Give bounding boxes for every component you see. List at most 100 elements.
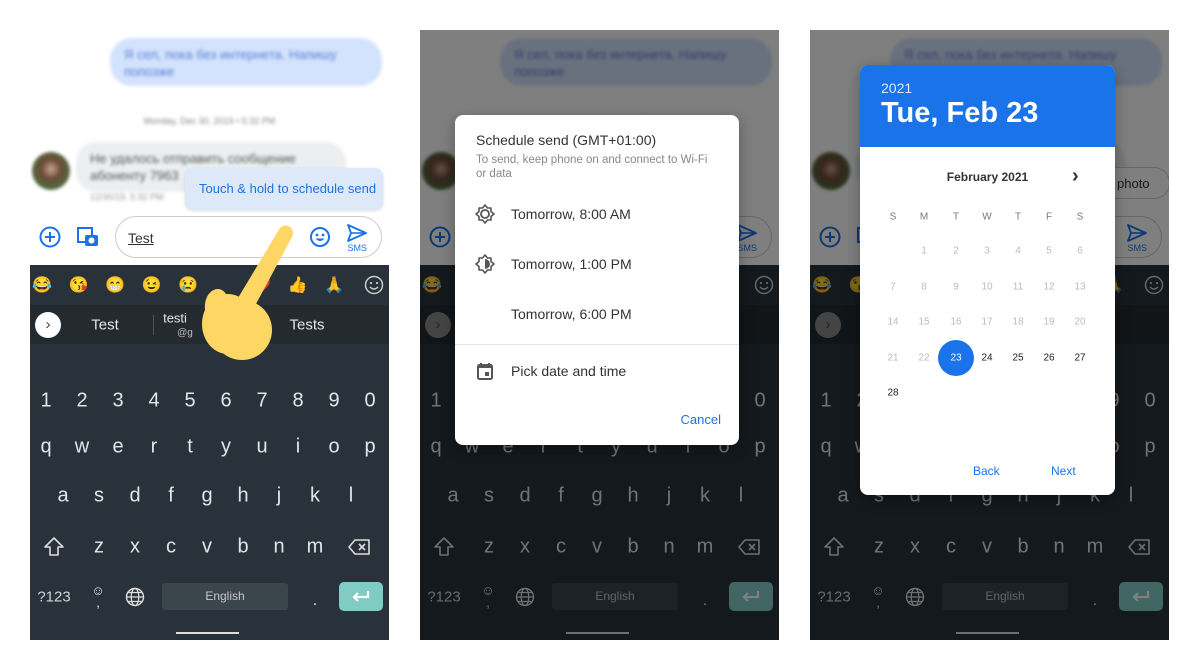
- symbols-key[interactable]: ?123: [37, 589, 70, 606]
- schedule-option[interactable]: Tomorrow, 6:00 PM: [475, 304, 632, 324]
- key-p[interactable]: p: [364, 436, 375, 459]
- period-key[interactable]: .: [313, 592, 317, 610]
- weekday-label: S: [889, 211, 897, 223]
- key-a[interactable]: a: [57, 485, 68, 508]
- calendar-day: 3: [984, 245, 990, 257]
- schedule-tooltip: Touch & hold to schedule send: [185, 168, 383, 210]
- key-t[interactable]: t: [187, 436, 193, 459]
- expand-suggestions-button[interactable]: ›: [35, 312, 61, 338]
- key-n[interactable]: n: [273, 536, 284, 559]
- key-s[interactable]: s: [94, 485, 104, 508]
- dialog-divider: [455, 344, 739, 345]
- weekday-label: F: [1045, 211, 1053, 223]
- key-y[interactable]: y: [221, 436, 231, 459]
- send-sms-label[interactable]: SMS: [347, 243, 367, 253]
- key-u[interactable]: u: [256, 436, 267, 459]
- key-r[interactable]: r: [151, 436, 158, 459]
- emoji-key[interactable]: 😉: [142, 275, 162, 295]
- calendar-day[interactable]: 28: [887, 388, 898, 399]
- schedule-option[interactable]: Tomorrow, 1:00 PM: [475, 254, 632, 274]
- key-0[interactable]: 0: [364, 390, 375, 413]
- next-month-button[interactable]: ›: [1072, 165, 1079, 188]
- key-5[interactable]: 5: [184, 390, 195, 413]
- key-e[interactable]: e: [112, 436, 123, 459]
- key-j[interactable]: j: [277, 485, 281, 508]
- key-b[interactable]: b: [237, 536, 248, 559]
- key-7[interactable]: 7: [256, 390, 267, 413]
- key-4[interactable]: 4: [148, 390, 159, 413]
- back-button[interactable]: Back: [973, 464, 1000, 478]
- shift-icon[interactable]: [43, 536, 65, 563]
- key-m[interactable]: m: [307, 536, 324, 559]
- emoji-key[interactable]: 😁: [105, 275, 125, 295]
- key-g[interactable]: g: [201, 485, 212, 508]
- space-bar[interactable]: English: [162, 583, 288, 610]
- calendar-day: 13: [1074, 281, 1086, 292]
- key-l[interactable]: l: [349, 485, 353, 508]
- calendar-day: 15: [918, 316, 930, 328]
- key-d[interactable]: d: [129, 485, 140, 508]
- selected-year[interactable]: 2021: [881, 80, 912, 96]
- key-x[interactable]: x: [130, 536, 140, 559]
- emoji-key[interactable]: 😂: [32, 275, 52, 295]
- globe-icon[interactable]: [125, 587, 145, 612]
- calendar-day: 12: [1043, 281, 1055, 292]
- suggestion-divider: [153, 315, 154, 335]
- calendar-day: 14: [887, 316, 899, 328]
- emoji-comma-key[interactable]: ☺ ,: [91, 584, 104, 609]
- next-button[interactable]: Next: [1051, 464, 1076, 478]
- cancel-button[interactable]: Cancel: [681, 412, 721, 427]
- calendar-day: 17: [981, 316, 993, 328]
- backspace-icon[interactable]: [348, 538, 370, 561]
- key-v[interactable]: v: [202, 536, 212, 559]
- emoji-icon[interactable]: [310, 227, 330, 252]
- key-9[interactable]: 9: [328, 390, 339, 413]
- key-2[interactable]: 2: [76, 390, 87, 413]
- suggestion[interactable]: Test: [91, 317, 119, 334]
- key-q[interactable]: q: [40, 436, 51, 459]
- calendar-day[interactable]: 25: [1012, 352, 1023, 363]
- emoji-keyboard-icon[interactable]: [364, 275, 384, 300]
- pick-date-time-option[interactable]: Pick date and time: [475, 361, 626, 381]
- key-o[interactable]: o: [328, 436, 339, 459]
- key-k[interactable]: k: [310, 485, 320, 508]
- date-separator: Monday, Dec 30, 2019 • 5:32 PM: [143, 116, 276, 126]
- key-8[interactable]: 8: [292, 390, 303, 413]
- calendar-day[interactable]: 23: [950, 352, 961, 363]
- key-w[interactable]: w: [75, 436, 89, 459]
- calendar-day[interactable]: 26: [1043, 352, 1054, 363]
- message-input-text: Test: [128, 230, 154, 246]
- calendar-day[interactable]: 24: [981, 352, 992, 363]
- calendar-day: 2: [953, 245, 959, 257]
- dialog-subtitle: To send, keep phone on and connect to Wi…: [476, 154, 708, 180]
- key-c[interactable]: c: [166, 536, 176, 559]
- gallery-camera-icon[interactable]: [77, 226, 99, 253]
- enter-key[interactable]: [339, 582, 383, 611]
- key-1[interactable]: 1: [40, 390, 51, 413]
- schedule-send-dialog: Schedule send (GMT+01:00) To send, keep p…: [455, 115, 739, 445]
- date-picker-header: 2021 Tue, Feb 23: [860, 65, 1115, 147]
- key-6[interactable]: 6: [220, 390, 231, 413]
- calendar-day: 7: [890, 281, 896, 292]
- weekday-label: T: [952, 211, 960, 223]
- moon-icon: [482, 306, 490, 322]
- calendar-day: 1: [921, 245, 927, 257]
- weekday-label: S: [1076, 211, 1084, 223]
- calendar-day[interactable]: 27: [1074, 352, 1085, 363]
- emoji-key[interactable]: 😘: [69, 275, 89, 295]
- contact-avatar[interactable]: [32, 152, 70, 190]
- key-3[interactable]: 3: [112, 390, 123, 413]
- calendar-day: 8: [921, 281, 927, 292]
- calendar-day: 10: [981, 281, 993, 292]
- key-f[interactable]: f: [168, 485, 174, 508]
- key-i[interactable]: i: [296, 436, 300, 459]
- key-h[interactable]: h: [237, 485, 248, 508]
- calendar-day: 6: [1077, 245, 1083, 257]
- dialog-title: Schedule send (GMT+01:00): [476, 132, 657, 148]
- emoji-key[interactable]: 🙏: [324, 275, 344, 295]
- calendar-day: 9: [953, 281, 959, 292]
- calendar-day: 22: [918, 352, 930, 363]
- add-attachment-icon[interactable]: [39, 226, 61, 253]
- key-z[interactable]: z: [94, 536, 104, 559]
- schedule-option[interactable]: Tomorrow, 8:00 AM: [475, 204, 631, 224]
